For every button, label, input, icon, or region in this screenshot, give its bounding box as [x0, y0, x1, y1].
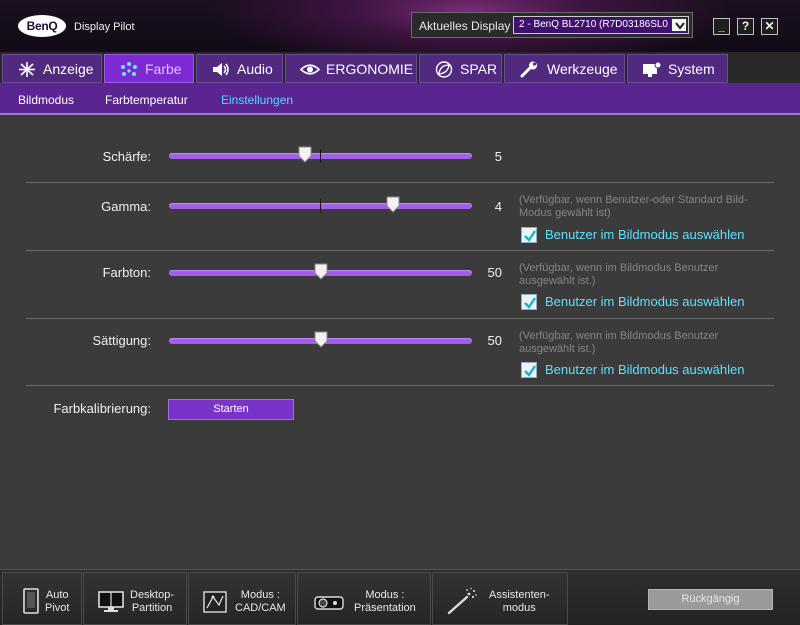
speaker-icon	[211, 61, 231, 78]
divider	[26, 318, 774, 319]
benq-logo: BenQ	[18, 15, 66, 37]
app-title: Display Pilot	[74, 21, 135, 33]
tab-label: Farbe	[145, 61, 182, 77]
farbton-note: (Verfügbar, wenn im Bildmodus Benutzer a…	[519, 262, 719, 287]
gamma-note: (Verfügbar, wenn Benutzer-oder Standard …	[519, 194, 748, 219]
saettigung-value: 50	[487, 333, 502, 348]
tab-system[interactable]: System	[627, 54, 728, 83]
sub-tab-bar: Bildmodus Farbtemperatur Einstellungen	[0, 83, 800, 115]
tab-label: ERGONOMIE	[326, 61, 414, 77]
schaerfe-value: 5	[494, 149, 502, 164]
gamma-label: Gamma:	[101, 199, 151, 214]
tab-spar[interactable]: SPAR	[419, 54, 502, 83]
sparkle-icon	[17, 61, 37, 78]
farbton-value: 50	[487, 265, 502, 280]
mode-cad-cam-button[interactable]: Modus : CAD/CAM	[188, 572, 296, 625]
cad-icon	[203, 591, 227, 618]
checkbox[interactable]	[521, 362, 537, 378]
undo-button[interactable]: Rückgängig	[648, 589, 773, 610]
minimize-button[interactable]: _	[713, 18, 730, 35]
slider-thumb[interactable]	[314, 263, 328, 280]
monitor-gear-icon	[642, 61, 662, 78]
farbton-user-mode-checkbox[interactable]: Benutzer im Bildmodus auswählen	[521, 294, 751, 310]
tab-farbe[interactable]: Farbe	[104, 54, 194, 83]
bottom-toolbar: Auto Pivot Desktop- Partition Modus : CA…	[0, 569, 800, 625]
bottom-button-label: Modus : CAD/CAM	[235, 589, 286, 614]
saettigung-user-mode-checkbox[interactable]: Benutzer im Bildmodus auswählen	[521, 362, 751, 378]
close-button[interactable]: ✕	[761, 18, 778, 35]
chevron-down-icon[interactable]	[671, 18, 687, 32]
tab-label: Anzeige	[43, 61, 94, 77]
settings-panel: Schärfe: 5 Gamma: 4 (Verfügbar, wenn Ben…	[0, 117, 800, 569]
monitor-split-icon	[98, 591, 124, 618]
magic-wand-icon	[447, 587, 479, 620]
checkbox-label[interactable]: Benutzer im Bildmodus auswählen	[545, 227, 744, 242]
tab-werkzeuge[interactable]: Werkzeuge	[504, 54, 625, 83]
divider	[26, 182, 774, 183]
slider-thumb[interactable]	[314, 331, 328, 348]
checkbox[interactable]	[521, 227, 537, 243]
color-dots-icon	[119, 61, 139, 78]
farbkalibrierung-label: Farbkalibrierung:	[53, 401, 151, 416]
auto-pivot-button[interactable]: Auto Pivot	[2, 572, 82, 625]
assistant-mode-button[interactable]: Assistenten- modus	[432, 572, 568, 625]
gamma-value: 4	[494, 199, 502, 214]
slider-thumb[interactable]	[386, 196, 400, 213]
eye-icon	[299, 61, 321, 78]
checkbox[interactable]	[521, 294, 537, 310]
schaerfe-label: Schärfe:	[102, 149, 151, 164]
help-button[interactable]: ?	[737, 18, 754, 35]
bottom-button-label: Assistenten- modus	[489, 589, 550, 614]
wrench-icon	[519, 61, 539, 78]
saettigung-note: (Verfügbar, wenn im Bildmodus Benutzer a…	[519, 330, 719, 355]
subtab-einstellungen[interactable]: Einstellungen	[221, 93, 293, 107]
title-bar: BenQ Display Pilot Aktuelles Display 2 -…	[0, 0, 800, 52]
main-tab-bar: Anzeige Farbe Audio ERGONOMIE SPAR Werkz…	[0, 52, 800, 83]
saettigung-label: Sättigung:	[92, 333, 151, 348]
phone-portrait-icon	[23, 588, 39, 619]
current-display-label: Aktuelles Display	[419, 19, 511, 33]
tab-anzeige[interactable]: Anzeige	[2, 54, 102, 83]
projector-icon	[314, 593, 344, 616]
saettigung-slider[interactable]	[169, 331, 472, 348]
slider-thumb[interactable]	[298, 146, 312, 163]
tab-label: Werkzeuge	[547, 61, 618, 77]
tab-label: SPAR	[460, 61, 498, 77]
display-select[interactable]: 2 - BenQ BL2710 (R7D03186SL0 )	[513, 16, 689, 34]
desktop-partition-button[interactable]: Desktop- Partition	[83, 572, 187, 625]
subtab-farbtemperatur[interactable]: Farbtemperatur	[105, 93, 188, 107]
bottom-button-label: Modus : Präsentation	[354, 589, 416, 614]
tab-label: Audio	[237, 61, 273, 77]
schaerfe-slider[interactable]	[169, 146, 472, 163]
start-calibration-button[interactable]: Starten	[168, 399, 294, 420]
gamma-user-mode-checkbox[interactable]: Benutzer im Bildmodus auswählen	[521, 227, 751, 243]
tab-ergonomie[interactable]: ERGONOMIE	[285, 54, 417, 83]
display-select-value: 2 - BenQ BL2710 (R7D03186SL0 )	[519, 19, 675, 30]
farbton-label: Farbton:	[102, 265, 151, 280]
display-pilot-window: BenQ Display Pilot Aktuelles Display 2 -…	[0, 0, 800, 625]
slider-center-tick	[320, 199, 321, 213]
gamma-slider[interactable]	[169, 196, 472, 213]
checkbox-label[interactable]: Benutzer im Bildmodus auswählen	[545, 362, 744, 377]
subtab-bildmodus[interactable]: Bildmodus	[18, 93, 74, 107]
divider	[26, 385, 774, 386]
bottom-button-label: Auto Pivot	[45, 589, 70, 614]
tab-audio[interactable]: Audio	[196, 54, 283, 83]
mode-presentation-button[interactable]: Modus : Präsentation	[297, 572, 431, 625]
tab-label: System	[668, 61, 715, 77]
slider-center-tick	[320, 149, 321, 163]
farbton-slider[interactable]	[169, 263, 472, 280]
current-display-panel: Aktuelles Display 2 - BenQ BL2710 (R7D03…	[411, 12, 693, 38]
checkbox-label[interactable]: Benutzer im Bildmodus auswählen	[545, 294, 744, 309]
leaf-icon	[434, 61, 454, 78]
divider	[26, 250, 774, 251]
bottom-button-label: Desktop- Partition	[130, 589, 175, 614]
